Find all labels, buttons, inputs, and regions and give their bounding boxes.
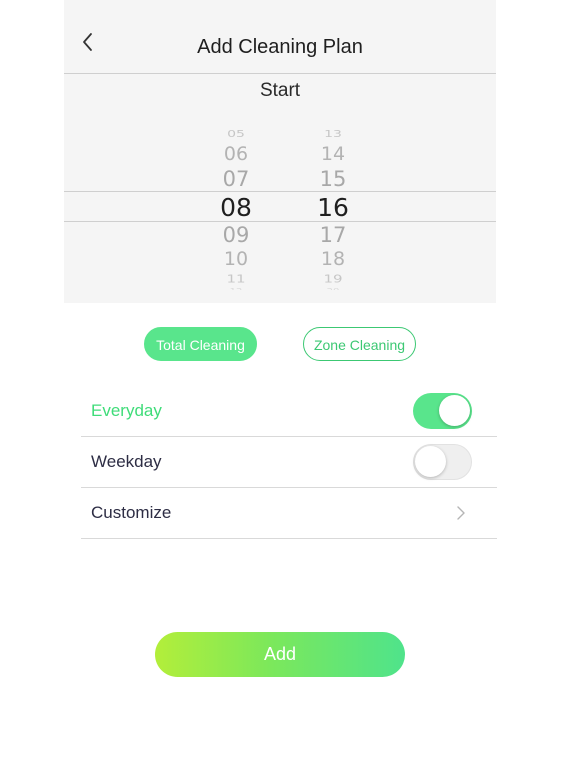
customize-label: Customize <box>91 503 172 522</box>
selection-line-bottom <box>64 221 496 222</box>
everyday-label: Everyday <box>91 401 162 420</box>
minute-option[interactable]: 17 <box>293 223 373 247</box>
everyday-toggle[interactable] <box>413 393 472 429</box>
weekday-label: Weekday <box>91 452 162 471</box>
selection-line-top <box>64 191 496 192</box>
hour-option[interactable]: 06 <box>196 143 276 165</box>
time-wheel-picker[interactable]: 040506070809101112 121314151617181920 <box>64 120 496 290</box>
toggle-knob <box>415 446 446 477</box>
hour-option[interactable]: 11 <box>196 273 276 286</box>
customize-row[interactable]: Customize <box>81 488 497 539</box>
minute-option[interactable]: 16 <box>293 193 373 222</box>
cleaning-mode-selector: Total Cleaning Zone Cleaning <box>0 327 576 363</box>
hour-option[interactable]: 05 <box>196 128 276 139</box>
add-button[interactable]: Add <box>155 632 405 677</box>
minute-option[interactable]: 20 <box>293 288 373 290</box>
hour-option[interactable]: 07 <box>196 167 276 191</box>
chevron-right-icon <box>457 506 465 520</box>
weekday-toggle[interactable] <box>413 444 472 480</box>
total-cleaning-button[interactable]: Total Cleaning <box>144 327 257 361</box>
minute-option[interactable]: 13 <box>293 128 373 139</box>
picker-label: Start <box>259 80 301 101</box>
hour-option[interactable]: 08 <box>196 193 276 222</box>
hour-option[interactable]: 09 <box>196 223 276 247</box>
minute-option[interactable]: 15 <box>293 167 373 191</box>
minute-option[interactable]: 14 <box>293 143 373 165</box>
everyday-row[interactable]: Everyday <box>81 386 497 437</box>
weekday-row[interactable]: Weekday <box>81 437 497 488</box>
navigation-bar: Add Cleaning Plan <box>64 0 496 74</box>
hour-option[interactable]: 10 <box>196 248 276 270</box>
zone-cleaning-button[interactable]: Zone Cleaning <box>303 327 416 361</box>
minute-wheel[interactable]: 121314151617181920 <box>293 120 373 290</box>
hour-option[interactable]: 12 <box>196 288 276 290</box>
toggle-knob <box>439 395 470 426</box>
hour-wheel[interactable]: 040506070809101112 <box>196 120 276 290</box>
minute-option[interactable]: 19 <box>293 273 373 286</box>
minute-option[interactable]: 18 <box>293 248 373 270</box>
page-title: Add Cleaning Plan <box>197 36 363 58</box>
